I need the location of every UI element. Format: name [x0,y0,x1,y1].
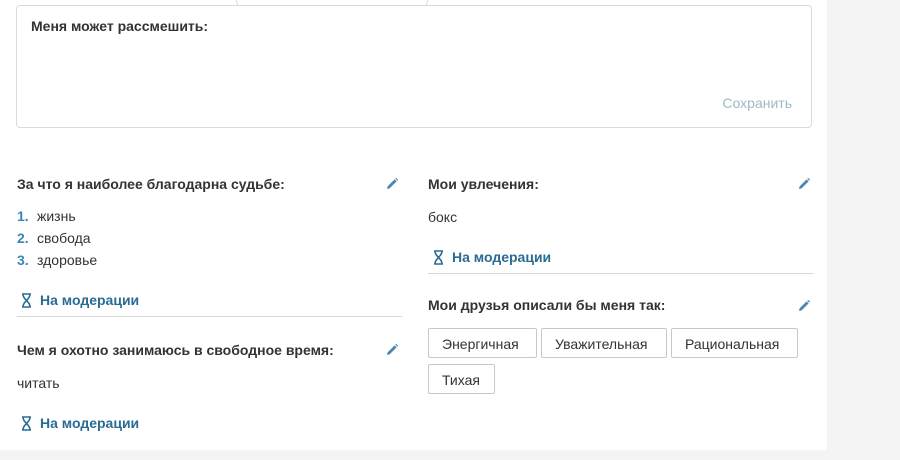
funny-card[interactable]: Меня может рассмешить: Сохранить [16,5,812,128]
free-time-title: Чем я охотно занимаюсь в свободное время… [17,342,334,358]
list-number: 3. [17,252,29,268]
grateful-moderation-status[interactable]: На модерации [21,292,139,308]
pencil-icon[interactable] [385,177,399,191]
list-text: здоровье [37,252,98,268]
moderation-label: На модерации [452,249,552,265]
grateful-list: 1. жизнь 2. свобода 3. здоровье [17,207,97,273]
hobbies-moderation-status[interactable]: На модерации [433,249,551,265]
list-item: 1. жизнь [17,207,97,229]
moderation-label: На модерации [40,415,140,431]
list-text: свобода [37,230,91,246]
hourglass-icon [434,249,443,265]
free-time-value: читать [17,375,60,391]
free-time-moderation-status[interactable]: На модерации [21,415,139,431]
tag[interactable]: Рациональная [671,328,798,358]
list-text: жизнь [37,208,76,224]
list-item: 2. свобода [17,229,97,251]
list-number: 2. [17,230,29,246]
moderation-label: На модерации [40,292,140,308]
pencil-icon[interactable] [385,343,399,357]
hourglass-icon [22,292,31,308]
hobbies-value: бокс [428,209,458,225]
divider [17,316,402,317]
grateful-title: За что я наиболее благодарна судьбе: [17,176,285,192]
list-item: 3. здоровье [17,251,97,273]
save-button[interactable]: Сохранить [722,95,792,111]
pencil-icon[interactable] [797,177,811,191]
list-number: 1. [17,208,29,224]
tag[interactable]: Энергичная [428,328,537,358]
friends-title: Мои друзья описали бы меня так: [428,297,666,313]
hourglass-icon [22,415,31,431]
funny-card-label: Меня может рассмешить: [31,18,209,34]
tag[interactable]: Тихая [428,364,495,394]
divider [428,273,814,274]
pencil-icon[interactable] [797,299,811,313]
profile-panel: Меня может рассмешить: Сохранить За что … [0,0,827,450]
hobbies-title: Мои увлечения: [428,176,539,192]
tag[interactable]: Уважительная [541,328,667,358]
